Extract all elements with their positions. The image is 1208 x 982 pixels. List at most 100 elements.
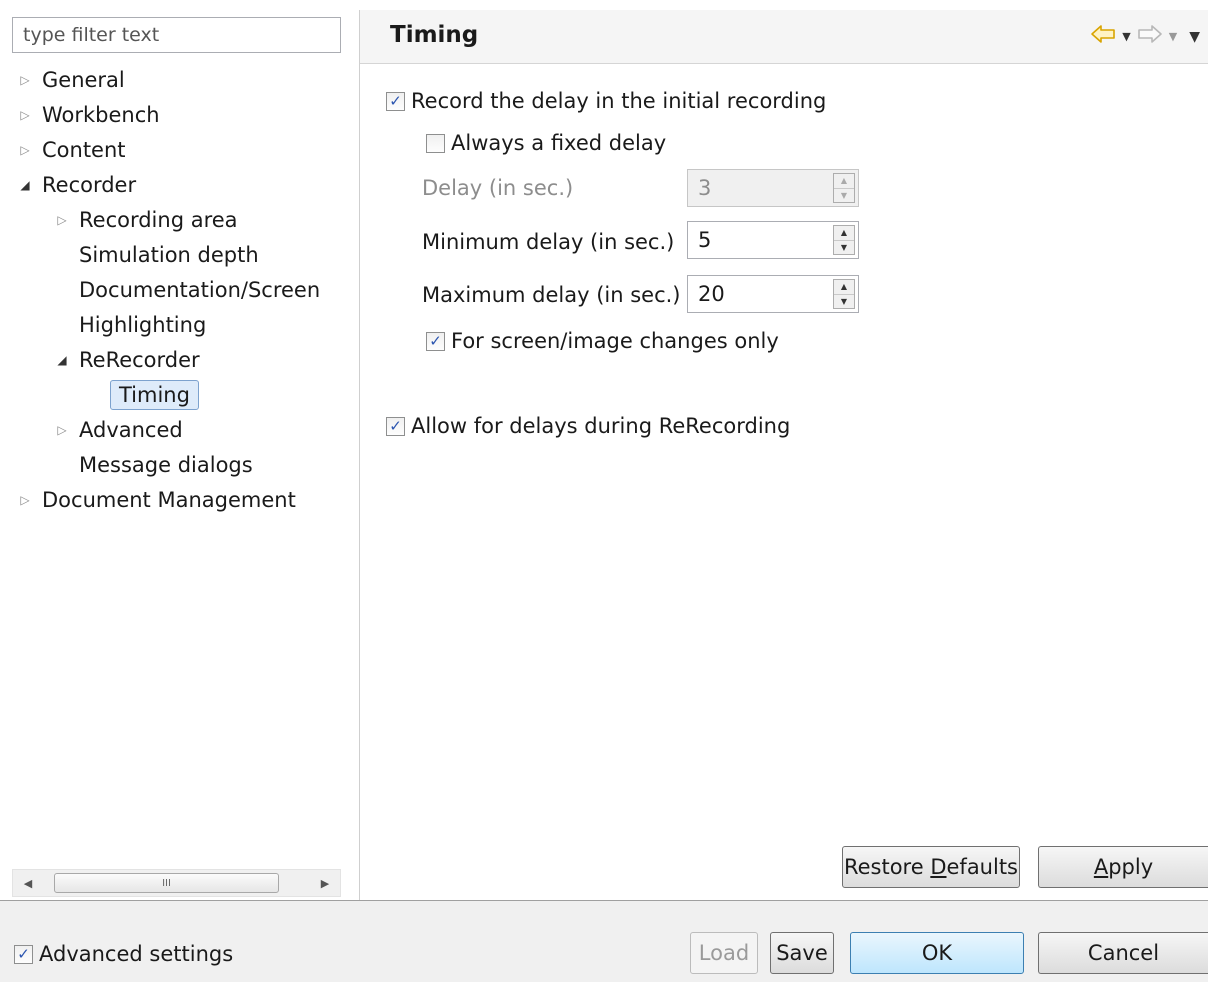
delay-spinner-buttons: ▲ ▼ — [833, 173, 855, 203]
restore-defaults-button[interactable]: Restore Defaults — [842, 846, 1020, 888]
view-menu-icon[interactable]: ▼ — [1189, 29, 1200, 45]
min-delay-spinner-buttons[interactable]: ▲ ▼ — [833, 225, 855, 255]
ok-button[interactable]: OK — [850, 932, 1024, 974]
max-delay-spinner-buttons[interactable]: ▲ ▼ — [833, 279, 855, 309]
screen-changes-label: For screen/image changes only — [451, 329, 779, 353]
spin-down-icon[interactable]: ▼ — [834, 241, 854, 255]
delay-label: Delay (in sec.) — [422, 176, 574, 200]
tree-item-workbench[interactable]: ▷ Workbench — [14, 98, 166, 132]
tree-item-label[interactable]: Document Management — [36, 485, 302, 515]
allow-delays-checkbox[interactable]: ✓ Allow for delays during ReRecording — [386, 414, 790, 438]
tree-item-simulation-depth[interactable]: Simulation depth — [51, 238, 265, 272]
forward-arrow-icon[interactable] — [1137, 24, 1163, 49]
max-delay-spinner[interactable]: 20 ▲ ▼ — [687, 275, 859, 313]
tree-item-advanced[interactable]: ▷ Advanced — [51, 413, 189, 447]
back-history-dropdown-icon[interactable]: ▼ — [1122, 30, 1130, 43]
advanced-settings-label: Advanced settings — [39, 942, 234, 966]
restore-label-suffix: efaults — [946, 855, 1019, 879]
expand-twisty-icon[interactable]: ▷ — [14, 133, 36, 167]
advanced-settings-checkbox[interactable]: ✓ Advanced settings — [14, 942, 233, 966]
tree-item-label[interactable]: Recording area — [73, 205, 244, 235]
tree-horizontal-scrollbar[interactable]: ◀ III ▶ — [12, 869, 341, 897]
page-title-bar: Timing ▼ ▼ ▼ — [360, 10, 1208, 64]
cancel-button[interactable]: Cancel — [1038, 932, 1208, 974]
record-delay-checkbox[interactable]: ✓ Record the delay in the initial record… — [386, 89, 826, 113]
tree-item-timing[interactable]: Timing — [88, 378, 199, 412]
expand-twisty-icon[interactable]: ▷ — [51, 203, 73, 237]
checkbox-checked-icon[interactable]: ✓ — [386, 416, 405, 436]
spin-up-icon: ▲ — [834, 174, 854, 189]
expand-twisty-icon[interactable]: ▷ — [14, 483, 36, 517]
tree-item-documentation-screen[interactable]: Documentation/Screen — [51, 273, 326, 307]
scroll-left-icon[interactable]: ◀ — [15, 870, 41, 896]
restore-label-prefix: Restore — [843, 855, 931, 879]
tree-item-label[interactable]: Highlighting — [73, 310, 212, 340]
tree-item-message-dialogs[interactable]: Message dialogs — [51, 448, 259, 482]
tree-item-general[interactable]: ▷ General — [14, 63, 131, 97]
delay-spinner: 3 ▲ ▼ — [687, 169, 859, 207]
scrollbar-thumb[interactable]: III — [54, 873, 279, 893]
delay-value: 3 — [698, 176, 712, 200]
spin-down-icon: ▼ — [840, 190, 848, 200]
apply-mnemonic: A — [1093, 855, 1109, 879]
tree-item-document-management[interactable]: ▷ Document Management — [14, 483, 302, 517]
restore-mnemonic: D — [930, 855, 947, 879]
min-delay-spinner[interactable]: 5 ▲ ▼ — [687, 221, 859, 259]
screen-changes-checkbox[interactable]: ✓ For screen/image changes only — [426, 329, 779, 353]
tree-item-highlighting[interactable]: Highlighting — [51, 308, 212, 342]
allow-delays-label: Allow for delays during ReRecording — [411, 414, 791, 438]
fixed-delay-label: Always a fixed delay — [451, 131, 667, 155]
forward-history-dropdown-icon[interactable]: ▼ — [1169, 30, 1177, 43]
spin-up-icon[interactable]: ▲ — [834, 226, 854, 241]
preference-page: Timing ▼ ▼ ▼ ✓ Record the delay in the i… — [360, 0, 1208, 900]
load-button[interactable]: Load — [690, 932, 758, 974]
tree-item-label[interactable]: Simulation depth — [73, 240, 265, 270]
thumb-grip: III — [162, 877, 171, 889]
tree-item-label[interactable]: Recorder — [36, 170, 142, 200]
max-delay-value[interactable]: 20 — [698, 282, 725, 306]
collapse-twisty-icon[interactable]: ◢ — [14, 168, 36, 202]
record-delay-label: Record the delay in the initial recordin… — [411, 89, 827, 113]
checkbox-unchecked-icon[interactable] — [426, 133, 445, 153]
tree-item-label[interactable]: General — [36, 65, 131, 95]
checkbox-checked-icon[interactable]: ✓ — [386, 91, 405, 111]
tree-item-content[interactable]: ▷ Content — [14, 133, 132, 167]
tree-item-label[interactable]: Workbench — [36, 100, 166, 130]
tree-item-label[interactable]: Message dialogs — [73, 450, 259, 480]
min-delay-label: Minimum delay (in sec.) — [422, 230, 675, 254]
tree-item-label[interactable]: Documentation/Screen — [73, 275, 326, 305]
scroll-right-icon[interactable]: ▶ — [312, 870, 338, 896]
apply-label-suffix: pply — [1108, 855, 1154, 879]
apply-button[interactable]: Apply — [1038, 846, 1208, 888]
filter-input[interactable] — [12, 17, 341, 53]
checkbox-checked-icon[interactable]: ✓ — [14, 944, 33, 964]
tree-item-label[interactable]: Timing — [110, 380, 199, 410]
page-title: Timing — [390, 22, 479, 48]
dialog-button-bar: ✓ Advanced settings Load Save OK Cancel — [0, 901, 1208, 982]
expand-twisty-icon[interactable]: ▷ — [51, 413, 73, 447]
tree-item-rerecorder[interactable]: ◢ ReRecorder — [51, 343, 206, 377]
tree-item-recorder[interactable]: ◢ Recorder — [14, 168, 142, 202]
spin-up-icon[interactable]: ▲ — [834, 280, 854, 295]
tree-item-label[interactable]: ReRecorder — [73, 345, 206, 375]
spin-down-icon[interactable]: ▼ — [834, 295, 854, 309]
preferences-tree-pane: ▷General▷Workbench▷Content◢Recorder▷Reco… — [0, 0, 359, 900]
checkbox-checked-icon[interactable]: ✓ — [426, 331, 445, 351]
max-delay-label: Maximum delay (in sec.) — [422, 283, 681, 307]
tree-item-recording-area[interactable]: ▷ Recording area — [51, 203, 244, 237]
tree-item-label[interactable]: Advanced — [73, 415, 189, 445]
fixed-delay-checkbox[interactable]: Always a fixed delay — [426, 131, 666, 155]
back-arrow-icon[interactable] — [1090, 24, 1116, 49]
expand-twisty-icon[interactable]: ▷ — [14, 63, 36, 97]
min-delay-value[interactable]: 5 — [698, 228, 711, 252]
expand-twisty-icon[interactable]: ▷ — [14, 98, 36, 132]
collapse-twisty-icon[interactable]: ◢ — [51, 343, 73, 377]
save-button[interactable]: Save — [770, 932, 834, 974]
page-nav-toolbar: ▼ ▼ ▼ — [1090, 24, 1200, 49]
tree-item-label[interactable]: Content — [36, 135, 132, 165]
